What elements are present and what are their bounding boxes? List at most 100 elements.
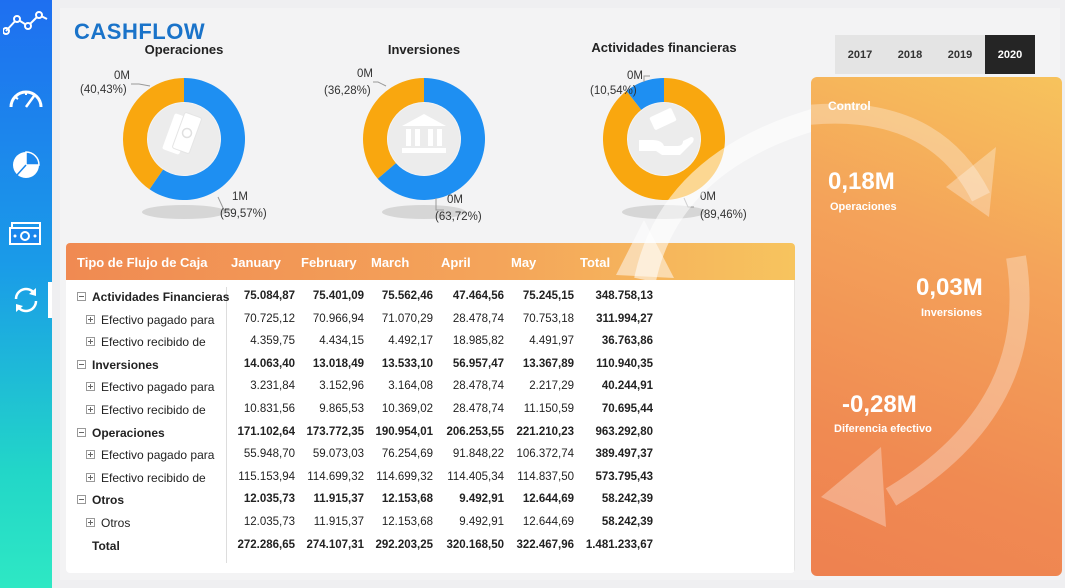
table-row: Otros 12.035,73 11.915,37 12.153,68 9.492,91… [66, 489, 795, 512]
large-slice-pct: (59,57%) [220, 208, 267, 220]
table-cell: 292.203,25 [375, 538, 433, 551]
table-cell: 272.286,65 [237, 538, 295, 551]
table-cell: 28.478,74 [452, 403, 504, 415]
table-cell: 70.753,18 [522, 312, 574, 325]
table-cell: 4.359,75 [250, 335, 295, 348]
table-cell: 4.434,15 [319, 335, 364, 348]
expand-icon[interactable] [86, 337, 95, 347]
table-cell: 110.940,35 [596, 357, 653, 370]
col-header-may[interactable]: May [511, 255, 536, 270]
row-label: Efectivo pagado para [101, 312, 215, 327]
table-cell: 75.084,87 [243, 290, 295, 302]
polyline-label-line [131, 83, 151, 87]
table-cell: 71.070,29 [381, 312, 433, 325]
nav-cash[interactable] [0, 213, 52, 253]
nav-speedometer[interactable] [0, 78, 52, 118]
table-cell: 13.367,89 [522, 357, 574, 370]
col-header-april[interactable]: April [441, 255, 471, 270]
col-header-february[interactable]: February [301, 255, 357, 270]
kpi-inversiones-value: 0,03M [916, 274, 983, 301]
kpi-operaciones-label: Operaciones [830, 201, 897, 213]
table-cell: 56.957,47 [452, 357, 504, 370]
table-cell: 59.073,03 [312, 448, 364, 461]
expand-icon[interactable] [86, 450, 95, 460]
table-cell: 11.915,37 [313, 493, 364, 506]
sidebar [0, 0, 52, 588]
table-cell: 322.467,96 [516, 538, 574, 551]
banknote-icon [9, 222, 41, 245]
row-label: Total [92, 538, 120, 553]
table-cell: 12.644,69 [522, 493, 574, 506]
expand-icon[interactable] [86, 405, 95, 414]
table-cell: 114.405,34 [447, 470, 504, 483]
table-cell: 9.865,53 [319, 403, 364, 415]
table-cell: 389.497,37 [595, 448, 653, 461]
table-cell: 28.478,74 [452, 380, 504, 393]
cycle-arrow-decoration [616, 107, 820, 283]
nav-cashflow[interactable] [0, 280, 52, 320]
small-slice-value: 0M [357, 68, 373, 80]
collapse-icon[interactable] [77, 292, 86, 301]
year-2018-button[interactable]: 2018 [885, 35, 935, 74]
table-cell: 106.372,74 [516, 448, 574, 461]
table-cell: 70.725,12 [243, 312, 295, 325]
pie-chart-icon [13, 151, 40, 178]
table-cell: 311.994,27 [596, 312, 653, 325]
table-cell: 58.242,39 [601, 516, 653, 528]
table-cell: 55.948,70 [243, 448, 295, 461]
donut-inversiones[interactable]: Inversiones 0M (36,28%) 0M (63,72%) [324, 42, 524, 232]
col-header-type[interactable]: Tipo de Flujo de Caja [77, 255, 208, 270]
table-cell: 36.763,86 [601, 335, 653, 348]
table-cell: 4.491,97 [529, 335, 574, 348]
table-cell: 1.481.233,67 [585, 538, 653, 551]
col-header-january[interactable]: January [231, 255, 281, 270]
table-cell: 206.253,55 [446, 425, 504, 438]
row-label: Efectivo recibido de [101, 335, 206, 350]
table-cell: 58.242,39 [601, 493, 653, 506]
nav-line-chart[interactable] [0, 2, 52, 42]
table-cell: 47.464,56 [452, 290, 504, 302]
kpi-diferencia-label: Diferencia efectivo [834, 423, 932, 435]
table-cell: 115.153,94 [238, 470, 295, 483]
collapse-icon[interactable] [77, 495, 86, 505]
col-header-march[interactable]: March [371, 255, 409, 270]
row-label: Actividades Financieras [92, 290, 230, 304]
table-cell: 11.915,37 [313, 516, 364, 528]
table-cell: 70.695,44 [601, 403, 653, 415]
table-row: Efectivo pagado para 3.231,84 3.152,96 3.16… [66, 376, 795, 399]
table-cell: 75.245,15 [522, 290, 574, 302]
table-row: Efectivo pagado para 70.725,12 70.966,94 71… [66, 309, 795, 332]
small-slice-value: 0M [627, 70, 643, 82]
expand-icon[interactable] [86, 472, 95, 482]
table-cell: 76.254,69 [381, 448, 433, 461]
table-row: Inversiones 14.063,40 13.018,49 13.533,10 56… [66, 354, 795, 377]
expand-icon[interactable] [86, 382, 95, 392]
table-cell: 70.966,94 [312, 312, 364, 325]
table-row: Efectivo recibido de 10.831,56 9.865,53 10.… [66, 399, 795, 422]
expand-icon[interactable] [86, 314, 95, 324]
small-slice-pct: (36,28%) [324, 85, 371, 97]
collapse-icon[interactable] [77, 427, 86, 437]
table-row: Otros 12.035,73 11.915,37 12.153,68 9.492,91… [66, 512, 795, 535]
nav-pie-chart[interactable] [0, 145, 52, 185]
table-row: Efectivo recibido de 4.359,75 4.434,15 4.49… [66, 331, 795, 354]
row-label: Efectivo pagado para [101, 380, 215, 395]
year-2017-button[interactable]: 2017 [835, 35, 885, 74]
row-label: Efectivo recibido de [101, 403, 206, 417]
collapse-icon[interactable] [77, 359, 86, 369]
small-slice-pct: (10,54%) [590, 85, 637, 97]
table-cell: 3.164,08 [388, 380, 433, 393]
table-row: Total 272.286,65 274.107,31 292.203,25 320.1… [66, 535, 795, 558]
speedometer-icon [9, 90, 43, 108]
expand-icon[interactable] [86, 518, 95, 527]
year-2019-button[interactable]: 2019 [935, 35, 985, 74]
table-cell: 40.244,91 [601, 380, 653, 393]
table-cell: 114.699,32 [307, 470, 364, 483]
table-cell: 4.492,17 [388, 335, 433, 348]
table-cell: 10.369,02 [381, 403, 433, 415]
table-cell: 91.848,22 [452, 448, 504, 461]
year-2020-button[interactable]: 2020 [985, 35, 1035, 74]
donut-operaciones[interactable]: Operaciones 0M (40,43%) 1M (59,57%) [80, 42, 284, 232]
table-cell: 9.492,91 [459, 516, 504, 528]
table-cell: 28.478,74 [452, 312, 504, 325]
